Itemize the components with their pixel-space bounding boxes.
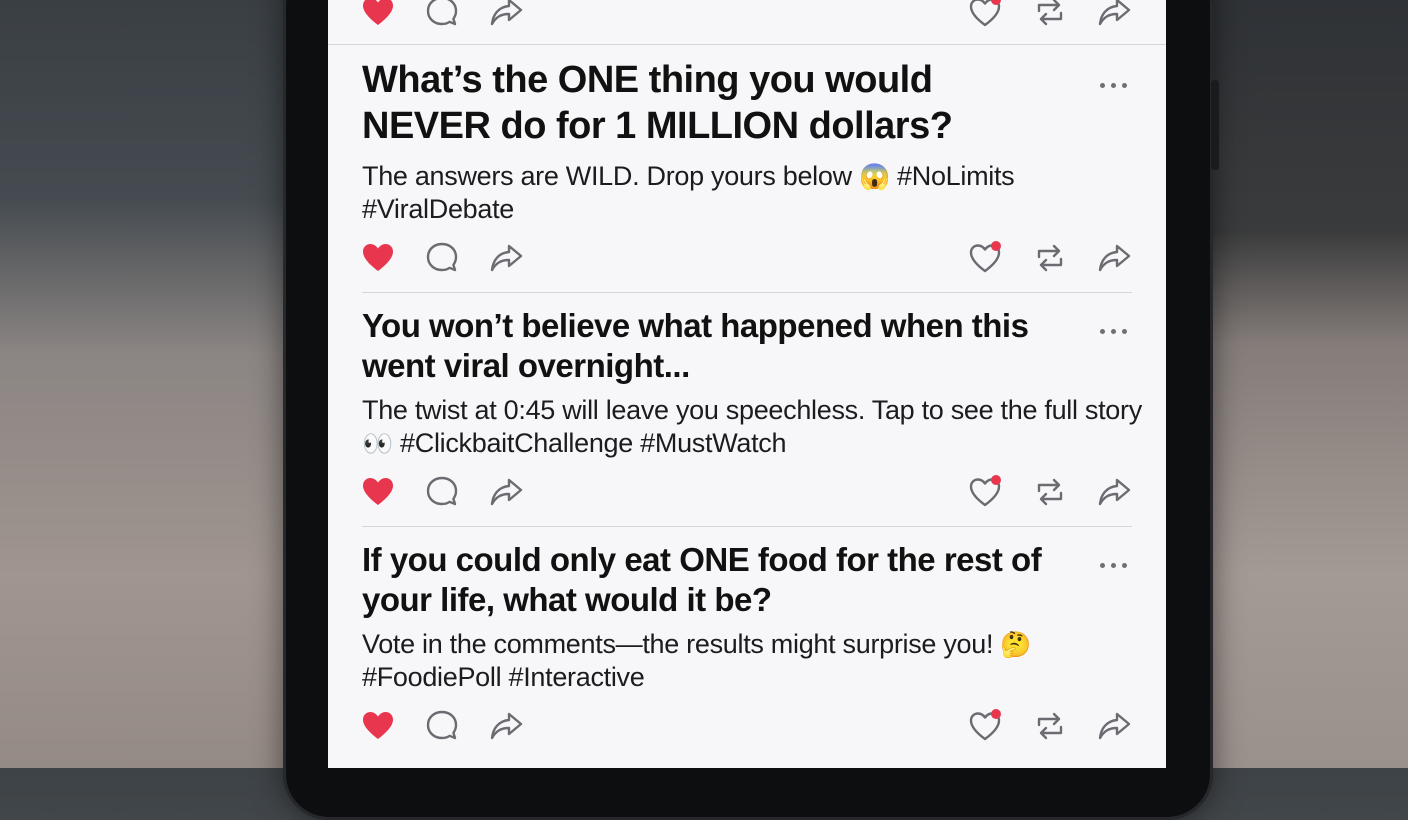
post-title: If you could only eat ONE food for the r…: [362, 541, 1042, 618]
post-divider: [328, 44, 1166, 45]
heart-filled-icon: [363, 712, 393, 739]
forward-button[interactable]: [1096, 240, 1132, 276]
repost-button[interactable]: [1032, 474, 1068, 510]
phone-side-button: [1211, 80, 1219, 170]
feed-screen[interactable]: What’s the ONE thing you would NEVER do …: [328, 0, 1166, 768]
post-actions: [328, 240, 1166, 280]
repost-button[interactable]: [1032, 708, 1068, 744]
more-options-icon[interactable]: [1100, 560, 1132, 570]
share-button[interactable]: [488, 0, 524, 30]
comment-icon: [426, 476, 458, 506]
forward-button[interactable]: [1096, 0, 1132, 30]
post-divider: [362, 292, 1132, 293]
like-button[interactable]: [360, 474, 396, 510]
post-actions: [328, 0, 1166, 34]
heart-notification-icon: [969, 0, 1001, 27]
post[interactable]: You won’t believe what happened when thi…: [328, 306, 1166, 528]
post[interactable]: If you could only eat ONE food for the r…: [328, 540, 1166, 768]
comment-icon: [426, 242, 458, 272]
repost-icon: [1037, 244, 1063, 272]
comment-button[interactable]: [424, 474, 460, 510]
background-left: [0, 0, 300, 768]
forward-icon: [1098, 712, 1131, 740]
like-button[interactable]: [360, 0, 396, 30]
share-button[interactable]: [488, 708, 524, 744]
comment-icon: [426, 0, 458, 26]
post-hashtags[interactable]: #FoodiePoll #Interactive: [362, 662, 645, 692]
more-options-icon[interactable]: [1100, 80, 1132, 90]
shocked-emoji-icon: 😱: [859, 163, 890, 191]
forward-button[interactable]: [1096, 708, 1132, 744]
share-icon: [490, 478, 523, 506]
activity-button[interactable]: [968, 0, 1004, 30]
repost-icon: [1037, 0, 1063, 26]
comment-icon: [426, 710, 458, 740]
post-text: Vote in the comments—the results might s…: [362, 629, 994, 659]
forward-icon: [1098, 478, 1131, 506]
share-icon: [490, 712, 523, 740]
share-button[interactable]: [488, 240, 524, 276]
post-text: The twist at 0:45 will leave you speechl…: [362, 395, 1142, 425]
post-actions: [328, 474, 1166, 514]
eyes-emoji-icon: 👀: [362, 429, 393, 458]
activity-button[interactable]: [968, 708, 1004, 744]
comment-button[interactable]: [424, 240, 460, 276]
repost-button[interactable]: [1032, 240, 1068, 276]
share-icon: [490, 0, 523, 26]
repost-icon: [1037, 478, 1063, 506]
more-options-icon[interactable]: [1100, 326, 1132, 336]
heart-notification-icon: [969, 709, 1001, 741]
post-divider: [362, 526, 1132, 527]
share-button[interactable]: [488, 474, 524, 510]
forward-icon: [1098, 0, 1131, 26]
background-right: [1188, 0, 1408, 768]
comment-button[interactable]: [424, 0, 460, 30]
post-title: You won’t believe what happened when thi…: [362, 307, 1029, 384]
post-text: The answers are WILD. Drop yours below: [362, 161, 852, 191]
heart-notification-icon: [969, 475, 1001, 507]
repost-icon: [1037, 712, 1063, 740]
heart-notification-icon: [969, 241, 1001, 273]
comment-button[interactable]: [424, 708, 460, 744]
post[interactable]: What’s the ONE thing you would NEVER do …: [328, 58, 1166, 294]
share-icon: [490, 244, 523, 272]
forward-button[interactable]: [1096, 474, 1132, 510]
post-hashtags[interactable]: #ClickbaitChallenge #MustWatch: [400, 428, 786, 458]
like-button[interactable]: [360, 240, 396, 276]
activity-button[interactable]: [968, 474, 1004, 510]
post-partial: [328, 0, 1166, 46]
repost-button[interactable]: [1032, 0, 1068, 30]
post-title: What’s the ONE thing you would NEVER do …: [362, 59, 953, 147]
activity-button[interactable]: [968, 240, 1004, 276]
heart-filled-icon: [363, 0, 393, 25]
like-button[interactable]: [360, 708, 396, 744]
post-body: The twist at 0:45 will leave you speechl…: [362, 394, 1142, 460]
forward-icon: [1098, 244, 1131, 272]
post-body: The answers are WILD. Drop yours below 😱…: [362, 160, 1142, 226]
post-body: Vote in the comments—the results might s…: [362, 628, 1142, 694]
heart-filled-icon: [363, 244, 393, 271]
post-actions: [328, 708, 1166, 748]
thinking-emoji-icon: 🤔: [1000, 631, 1032, 659]
heart-filled-icon: [363, 478, 393, 505]
